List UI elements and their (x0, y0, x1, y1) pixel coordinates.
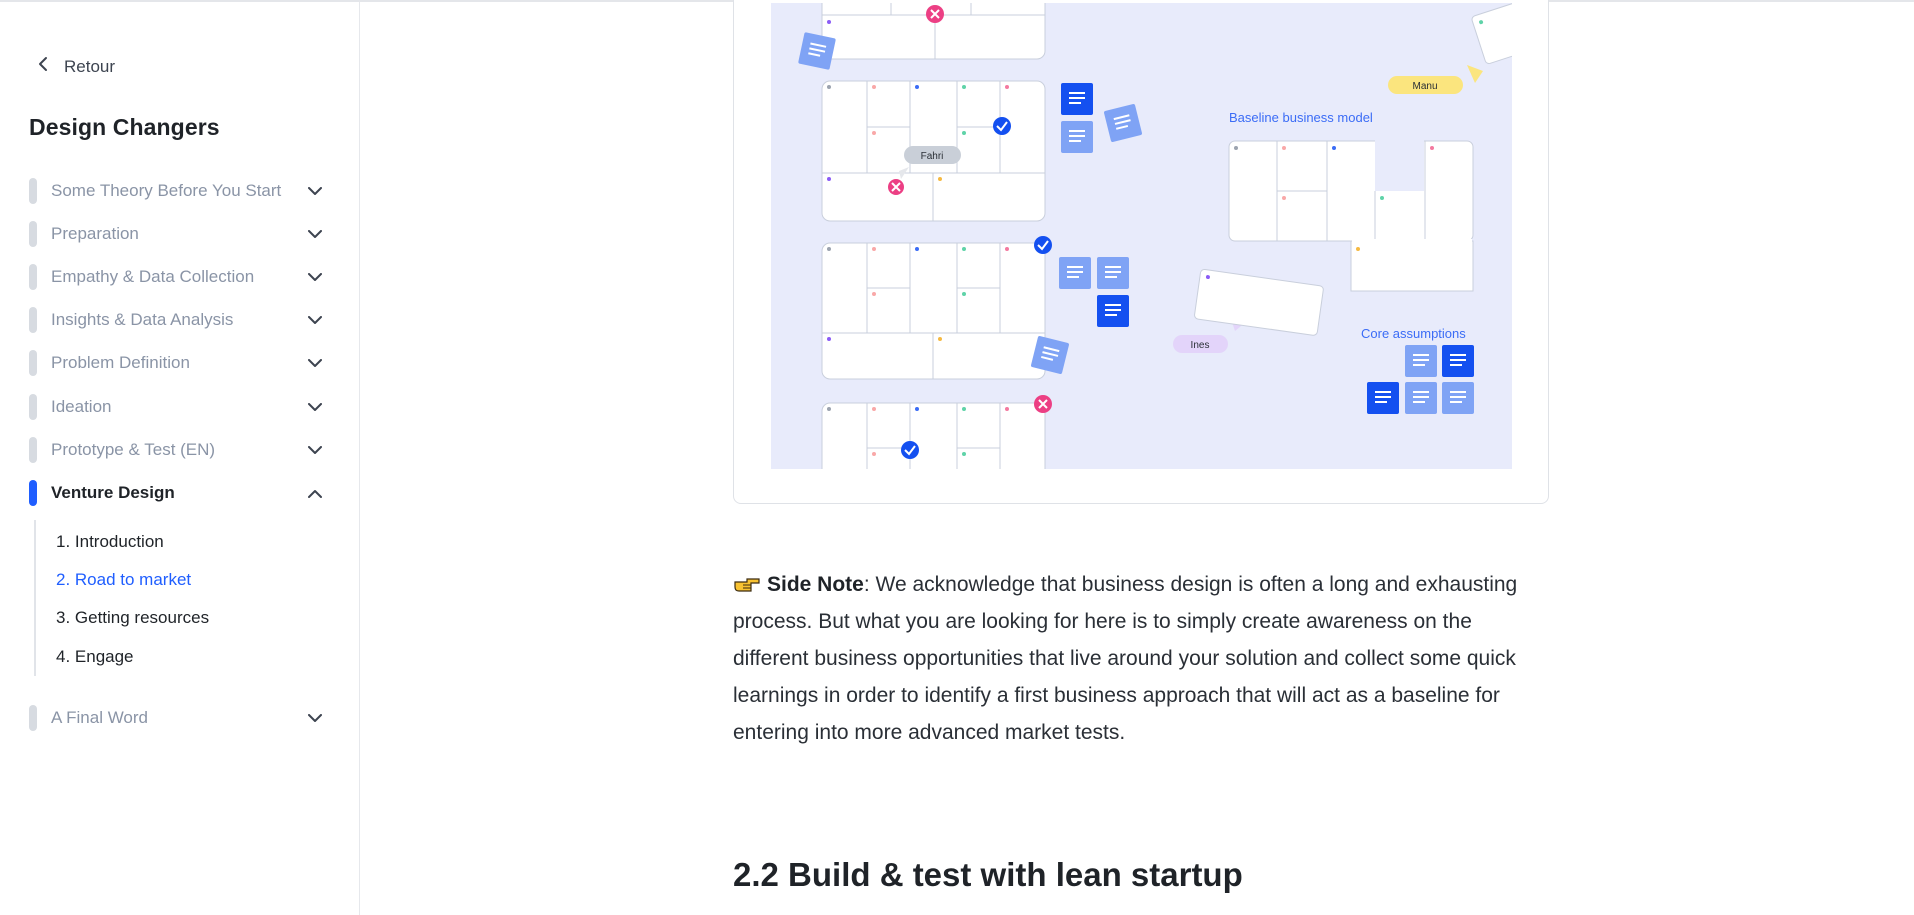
back-link[interactable]: Retour (38, 56, 115, 77)
section-empathy[interactable]: Empathy & Data Collection (29, 262, 329, 292)
section-marker (29, 307, 37, 333)
section-heading: 2.2 Build & test with lean startup (733, 856, 1243, 893)
baseline-label: Baseline business model (1229, 110, 1373, 125)
section-marker (29, 437, 37, 463)
whiteboard-drawing: Fahri Manu Ines Baseline business model (798, 3, 1512, 469)
section-marker (29, 480, 37, 506)
chevron-down-icon (307, 269, 323, 285)
section-label: Insights & Data Analysis (51, 310, 234, 329)
section-preparation[interactable]: Preparation (29, 219, 329, 249)
section-ideation[interactable]: Ideation (29, 392, 329, 422)
section-marker (29, 221, 37, 247)
chevron-down-icon (307, 312, 323, 328)
back-label: Retour (64, 56, 116, 76)
cursor-label-fahri: Fahri (921, 151, 944, 162)
venture-design-lessons: 1. Introduction 2. Road to market 3. Get… (34, 520, 294, 676)
section-label: Some Theory Before You Start (51, 181, 282, 200)
section-problem-definition[interactable]: Problem Definition (29, 348, 329, 378)
lesson-road-to-market[interactable]: 2. Road to market (56, 570, 191, 590)
section-marker (29, 705, 37, 731)
figure-card: Fahri Manu Ines Baseline business model (733, 0, 1549, 504)
section-marker (29, 394, 37, 420)
section-prototype-test[interactable]: Prototype & Test (EN) (29, 435, 329, 465)
core-assumptions-label: Core assumptions (1361, 326, 1466, 341)
side-note: Side Note: We acknowledge that business … (733, 566, 1553, 751)
section-label: Prototype & Test (EN) (51, 440, 216, 459)
chevron-up-icon (307, 485, 323, 501)
cursor-label-ines: Ines (1191, 340, 1210, 351)
chevron-left-icon (38, 56, 48, 77)
section-insights[interactable]: Insights & Data Analysis (29, 305, 329, 335)
side-note-text: : We acknowledge that business design is… (733, 573, 1518, 744)
section-some-theory[interactable]: Some Theory Before You Start (29, 176, 329, 206)
chevron-down-icon (307, 183, 323, 199)
whiteboard-illustration: Fahri Manu Ines Baseline business model (771, 3, 1512, 469)
section-label: Problem Definition (51, 353, 190, 372)
lesson-engage[interactable]: 4. Engage (56, 647, 134, 667)
lesson-getting-resources[interactable]: 3. Getting resources (56, 608, 209, 628)
section-venture-design[interactable]: Venture Design (29, 478, 329, 508)
section-final-word[interactable]: A Final Word (29, 703, 329, 733)
section-marker (29, 264, 37, 290)
section-label: Ideation (51, 397, 112, 416)
lesson-introduction[interactable]: 1. Introduction (56, 532, 164, 552)
section-label: A Final Word (51, 708, 149, 727)
chevron-down-icon (307, 710, 323, 726)
cursor-label-manu: Manu (1412, 81, 1437, 92)
section-label: Empathy & Data Collection (51, 267, 255, 286)
pointing-hand-icon (733, 570, 761, 592)
course-sidebar: Retour Design Changers Some Theory Befor… (0, 2, 360, 915)
section-marker (29, 350, 37, 376)
course-title: Design Changers (29, 114, 220, 140)
lesson-content: Fahri Manu Ines Baseline business model (361, 0, 1914, 915)
section-label: Venture Design (51, 483, 175, 502)
chevron-down-icon (307, 442, 323, 458)
section-label: Preparation (51, 224, 139, 243)
section-marker (29, 178, 37, 204)
chevron-down-icon (307, 399, 323, 415)
chevron-down-icon (307, 226, 323, 242)
chevron-down-icon (307, 355, 323, 371)
side-note-lead: Side Note (767, 573, 864, 596)
